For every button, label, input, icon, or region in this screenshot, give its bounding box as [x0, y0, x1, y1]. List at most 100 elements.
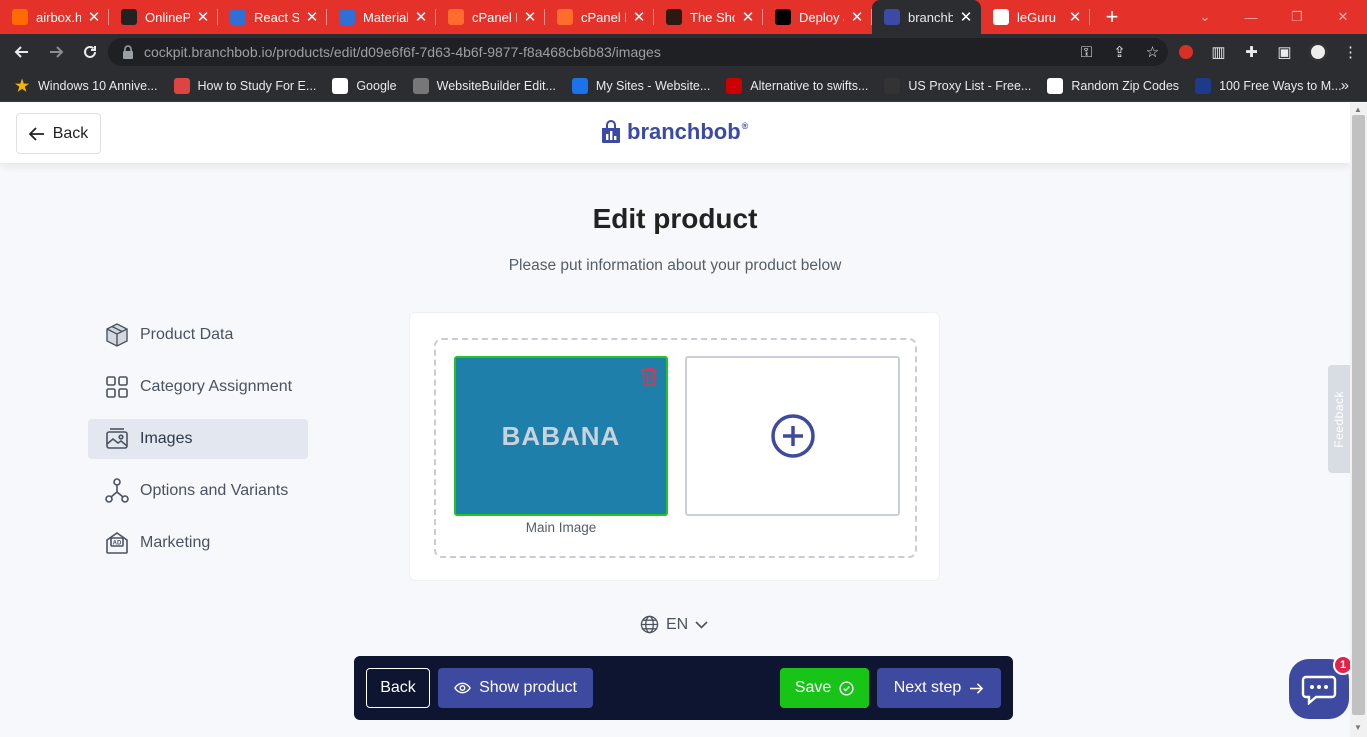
bookmark-item[interactable]: WebsiteBuilder Edit...	[412, 77, 556, 94]
bookmark-icon	[173, 77, 190, 94]
tab-title: leGuru	[1017, 9, 1057, 25]
back-button-label: Back	[380, 679, 416, 696]
browser-tab[interactable]: airbox.ho ✕	[0, 0, 109, 34]
image-dropzone[interactable]: BABANA Main Image	[434, 338, 917, 558]
browser-tab[interactable]: Material ✕	[327, 0, 436, 34]
bookmark-item[interactable]: Random Zip Codes	[1047, 77, 1179, 94]
sidenav-item-marketing[interactable]: AD Marketing	[88, 523, 308, 563]
extensions-puzzle-icon[interactable]: ✚	[1235, 34, 1268, 70]
tab-close-icon[interactable]: ✕	[632, 8, 646, 26]
browser-tab[interactable]: React Sel ✕	[218, 0, 327, 34]
globe-icon	[993, 9, 1009, 25]
proxy-icon	[884, 77, 901, 94]
tab-close-icon[interactable]: ✕	[850, 8, 864, 26]
browser-tab[interactable]: Deploy a ✕	[763, 0, 872, 34]
logo-registered-mark: ®	[741, 121, 749, 131]
bookmark-item[interactable]: 100 Free Ways to M...	[1195, 77, 1342, 94]
sidenav-item-options-variants[interactable]: Options and Variants	[88, 471, 308, 511]
browser-tab[interactable]: cPanel Fi ✕	[545, 0, 654, 34]
branchbob-icon	[884, 9, 900, 25]
app-header: Back branchbob ®	[0, 103, 1350, 163]
menu-kebab-icon[interactable]: ⋮	[1334, 34, 1367, 70]
airbox-icon	[12, 9, 28, 25]
sidebar-icon[interactable]: ▣	[1268, 34, 1301, 70]
scroll-down-icon[interactable]: ▼	[1354, 723, 1362, 732]
show-product-label: Show product	[479, 679, 577, 696]
sidenav-item-images[interactable]: Images	[88, 419, 308, 459]
forward-nav-button[interactable]	[40, 36, 72, 68]
tab-close-icon[interactable]: ✕	[523, 8, 537, 26]
tab-strip: airbox.ho✕OnlinePay✕React Sel✕Material✕c…	[0, 0, 1367, 34]
tab-title: React Sel	[254, 9, 299, 25]
sidenav-item-category-assignment[interactable]: Category Assignment	[88, 367, 308, 407]
header-back-label: Back	[52, 124, 89, 142]
reload-button[interactable]	[74, 36, 106, 68]
product-sidenav: Product Data Category Assignment Images …	[88, 315, 308, 575]
browser-tab[interactable]: OnlinePay ✕	[109, 0, 218, 34]
show-product-button[interactable]: Show product	[438, 668, 593, 708]
browser-tab[interactable]: leGuru ✕	[981, 0, 1090, 34]
next-step-button[interactable]: Next step	[877, 668, 1001, 708]
bookmark-icon	[726, 77, 743, 94]
trash-icon[interactable]	[640, 366, 658, 386]
tab-close-icon[interactable]: ✕	[741, 8, 755, 26]
browser-tab[interactable]: branchbo ✕	[872, 0, 981, 34]
header-back-button[interactable]: Back	[16, 113, 101, 154]
back-nav-button[interactable]	[6, 36, 38, 68]
dev-icon	[775, 9, 791, 25]
bookmark-item[interactable]: US Proxy List - Free...	[884, 77, 1031, 94]
main-image-thumbnail[interactable]: BABANA	[454, 356, 668, 516]
page-scrollbar[interactable]: ▲ ▼	[1350, 103, 1367, 737]
tab-search-icon[interactable]: ⌄	[1182, 0, 1228, 34]
tab-separator	[1089, 9, 1090, 25]
language-selector[interactable]: EN	[640, 615, 708, 634]
scroll-up-icon[interactable]: ▲	[1354, 105, 1362, 114]
feedback-tab[interactable]: Feedback	[1328, 365, 1350, 473]
sidenav-item-product-data[interactable]: Product Data	[88, 315, 308, 355]
add-image-button[interactable]	[685, 356, 900, 516]
tab-close-icon[interactable]: ✕	[196, 8, 210, 26]
bookmark-item[interactable]: Google	[332, 77, 397, 94]
page-subtitle: Please put information about your produc…	[508, 257, 842, 274]
scrollbar-thumb[interactable]	[1352, 115, 1365, 715]
logo-text: branchbob	[627, 119, 741, 144]
save-button[interactable]: Save	[780, 668, 869, 708]
reading-list-icon[interactable]: ▥	[1202, 34, 1235, 70]
tab-title: cPanel Fi	[472, 9, 517, 25]
bookmark-star-icon[interactable]: ☆	[1136, 34, 1169, 70]
tab-title: Material	[363, 9, 408, 25]
tab-close-icon[interactable]: ✕	[305, 8, 319, 26]
grid-icon	[104, 374, 130, 400]
address-bar[interactable]: cockpit.branchbob.io/products/edit/d09e6…	[108, 38, 1168, 66]
key-icon[interactable]: ⚿	[1070, 34, 1103, 70]
tab-close-icon[interactable]: ✕	[959, 8, 973, 26]
language-code: EN	[666, 615, 689, 633]
react-icon	[121, 9, 137, 25]
shop-icon	[666, 9, 682, 25]
tab-title: Deploy a	[799, 9, 844, 25]
extension-badge-icon[interactable]	[1169, 34, 1202, 70]
branchbob-logo[interactable]: branchbob ®	[600, 119, 748, 145]
maximize-button[interactable]: ❐	[1274, 0, 1320, 34]
close-window-button[interactable]: ✕	[1320, 0, 1366, 34]
tab-close-icon[interactable]: ✕	[1068, 8, 1082, 26]
bookmark-item[interactable]: How to Study For E...	[173, 77, 316, 94]
bookmark-item[interactable]: Alternative to swifts...	[726, 77, 868, 94]
browser-tab[interactable]: The Shop ✕	[654, 0, 763, 34]
variants-icon	[104, 478, 130, 504]
tab-close-icon[interactable]: ✕	[414, 8, 428, 26]
tab-title: cPanel Fi	[581, 9, 626, 25]
profile-avatar[interactable]	[1301, 34, 1334, 70]
save-button-label: Save	[794, 679, 832, 696]
eye-icon	[454, 682, 471, 694]
browser-tab[interactable]: cPanel Fi ✕	[436, 0, 545, 34]
tab-close-icon[interactable]: ✕	[87, 8, 101, 26]
minimize-button[interactable]: —	[1228, 0, 1274, 34]
bookmark-item[interactable]: ★ Windows 10 Annive...	[14, 78, 158, 95]
back-button[interactable]: Back	[366, 668, 430, 708]
more-bookmarks-icon[interactable]: »	[1341, 77, 1349, 94]
new-tab-button[interactable]: +	[1090, 4, 1134, 30]
share-icon[interactable]: ⇪	[1103, 34, 1136, 70]
bookmark-item[interactable]: My Sites - Website...	[571, 77, 710, 94]
arrow-left-icon	[14, 46, 28, 58]
